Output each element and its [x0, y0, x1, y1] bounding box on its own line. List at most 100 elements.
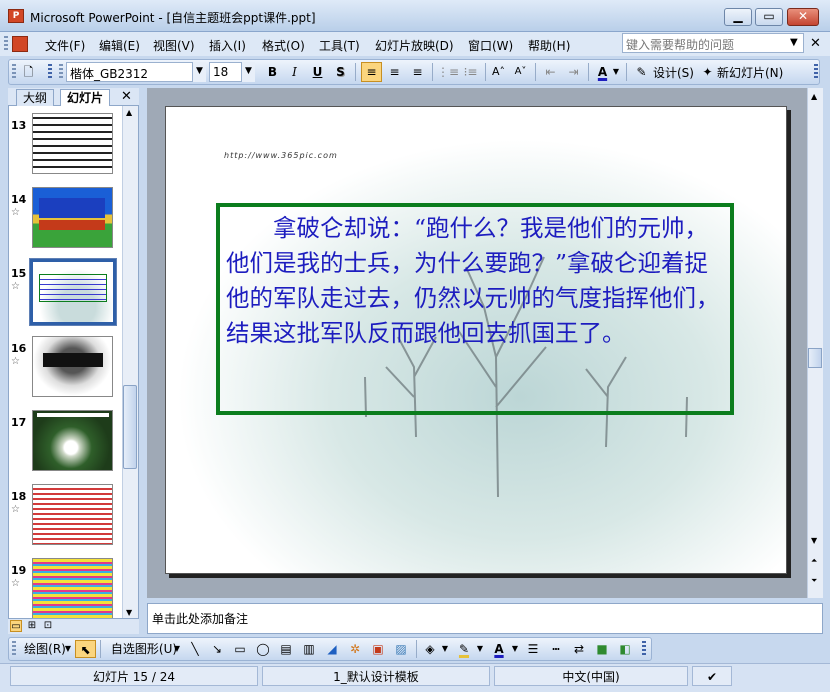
previous-slide-icon[interactable]: ⏶ [811, 556, 817, 566]
chevron-down-icon[interactable]: ▼ [172, 640, 182, 658]
design-icon[interactable]: ✎ [631, 62, 652, 82]
scroll-up-icon[interactable]: ▲ [126, 108, 132, 117]
scroll-down-icon[interactable]: ▼ [811, 536, 817, 545]
slide-thumbnail-13[interactable] [32, 113, 113, 174]
rectangle-tool-icon[interactable]: ▭ [231, 640, 249, 658]
toolbar-options-icon[interactable] [48, 64, 52, 80]
slide-thumbnail-15[interactable] [29, 258, 117, 326]
align-center-icon[interactable]: ≡ [384, 62, 405, 82]
help-search-input[interactable]: 键入需要帮助的问题 [622, 33, 804, 53]
tab-slides[interactable]: 幻灯片 [60, 89, 111, 106]
tab-outline[interactable]: 大纲 [16, 89, 55, 106]
line-tool-icon[interactable]: ╲ [186, 640, 204, 658]
slide-thumbnail-18[interactable] [32, 484, 113, 545]
decrease-indent-icon[interactable]: ⇤ [540, 62, 561, 82]
slide-thumbnail-16[interactable] [32, 336, 113, 397]
select-pointer-icon[interactable]: ⬉ [75, 640, 96, 658]
chevron-down-icon[interactable]: ▼ [790, 37, 798, 48]
notes-placeholder[interactable]: 单击此处添加备注 [152, 612, 248, 626]
menu-insert[interactable]: 插入(I) [209, 37, 246, 54]
clip-art-icon[interactable]: ▣ [369, 640, 387, 658]
font-shrink-button[interactable]: A˅ [510, 62, 531, 82]
chevron-down-icon[interactable]: ▼ [475, 640, 485, 658]
font-color-button[interactable]: A [490, 640, 508, 658]
diagram-icon[interactable]: ✲ [346, 640, 364, 658]
new-slide-button[interactable]: 新幻灯片(N) [717, 64, 783, 81]
scrollbar-thumb[interactable] [123, 385, 137, 469]
bold-button[interactable]: B [262, 62, 283, 82]
slide-thumbnail-19[interactable] [32, 558, 113, 619]
chevron-down-icon[interactable]: ▼ [440, 640, 450, 658]
maximize-button[interactable]: ▭ [755, 8, 783, 26]
document-close-icon[interactable]: ✕ [810, 36, 821, 51]
dash-style-icon[interactable]: ┅ [547, 640, 565, 658]
menu-slideshow[interactable]: 幻灯片放映(D) [375, 37, 454, 54]
slides-panel-scrollbar[interactable] [122, 106, 138, 634]
close-button[interactable]: ✕ [787, 8, 819, 26]
arrow-style-icon[interactable]: ⇄ [570, 640, 588, 658]
wordart-icon[interactable]: ◢ [323, 640, 341, 658]
new-document-icon[interactable]: 🗋 [18, 62, 39, 82]
notes-pane[interactable]: 单击此处添加备注 [147, 603, 823, 634]
menu-edit[interactable]: 编辑(E) [99, 37, 140, 54]
menu-help[interactable]: 帮助(H) [528, 37, 570, 54]
underline-button[interactable]: U [307, 62, 328, 82]
scroll-down-icon[interactable]: ▼ [126, 608, 132, 617]
current-slide[interactable]: http://www.365pic.com 拿破仑却说：“跑什么？我是他们的元帅… [165, 106, 787, 574]
design-button[interactable]: 设计(S) [653, 64, 694, 81]
close-icon[interactable]: ✕ [121, 89, 132, 104]
chevron-down-icon[interactable]: ▼ [510, 640, 520, 658]
toolbar-grip-icon[interactable] [59, 64, 63, 80]
new-slide-icon[interactable]: ✦ [697, 62, 718, 82]
slide-text-box[interactable]: 拿破仑却说：“跑什么？我是他们的元帅，他们是我的士兵，为什么要跑？”拿破仑迎着捉… [216, 203, 734, 415]
chevron-down-icon[interactable]: ▼ [611, 62, 621, 82]
numbered-list-icon[interactable]: ⋮≡ [437, 62, 459, 82]
align-left-icon[interactable]: ≡ [361, 62, 382, 82]
menu-window[interactable]: 窗口(W) [468, 37, 513, 54]
toolbar-grip-icon[interactable] [12, 641, 16, 657]
menu-view[interactable]: 视图(V) [153, 37, 195, 54]
chevron-down-icon[interactable]: ▼ [63, 640, 73, 658]
chevron-down-icon[interactable]: ▼ [192, 62, 206, 82]
shadow-button[interactable]: S [330, 62, 351, 82]
slide-sorter-view-icon[interactable]: ⊞ [26, 620, 38, 632]
slide-vertical-scrollbar[interactable] [807, 88, 823, 598]
slide-body-text[interactable]: 拿破仑却说：“跑什么？我是他们的元帅，他们是我的士兵，为什么要跑？”拿破仑迎着捉… [226, 211, 724, 351]
slideshow-view-icon[interactable]: ⊡ [42, 620, 54, 632]
shadow-style-icon[interactable]: ■ [593, 640, 611, 658]
scroll-up-icon[interactable]: ▲ [811, 92, 817, 101]
minimize-button[interactable]: ▁ [724, 8, 752, 26]
bulleted-list-icon[interactable]: ⁝≡ [460, 62, 481, 82]
menu-grip-icon[interactable] [4, 36, 8, 52]
vertical-text-box-icon[interactable]: ▥ [300, 640, 318, 658]
next-slide-icon[interactable]: ⏷ [811, 576, 817, 586]
increase-indent-icon[interactable]: ⇥ [563, 62, 584, 82]
font-color-button[interactable]: A [592, 62, 613, 82]
toolbar-options-icon[interactable] [814, 64, 818, 80]
document-icon[interactable] [12, 36, 28, 52]
font-grow-button[interactable]: A˄ [488, 62, 509, 82]
text-box-icon[interactable]: ▤ [277, 640, 295, 658]
slide-thumbnail-17[interactable] [32, 410, 113, 471]
chevron-down-icon[interactable]: ▼ [241, 62, 255, 82]
powerpoint-app-icon[interactable]: P [8, 9, 24, 23]
scrollbar-thumb[interactable] [808, 348, 822, 368]
menu-file[interactable]: 文件(F) [45, 37, 85, 54]
oval-tool-icon[interactable]: ◯ [254, 640, 272, 658]
3d-style-icon[interactable]: ◧ [616, 640, 634, 658]
line-color-icon[interactable]: ✎ [455, 640, 473, 658]
toolbar-grip-icon[interactable] [12, 64, 16, 80]
normal-view-icon[interactable]: ▭ [10, 620, 22, 632]
menu-format[interactable]: 格式(O) [262, 37, 305, 54]
insert-picture-icon[interactable]: ▨ [392, 640, 410, 658]
italic-button[interactable]: I [284, 62, 305, 82]
spelling-check-icon[interactable]: ✔ [692, 666, 732, 686]
line-style-icon[interactable]: ☰ [524, 640, 542, 658]
slide-thumbnail-14[interactable] [32, 187, 113, 248]
toolbar-options-icon[interactable] [642, 641, 646, 657]
align-right-icon[interactable]: ≡ [407, 62, 428, 82]
arrow-tool-icon[interactable]: ↘ [208, 640, 226, 658]
menu-tools[interactable]: 工具(T) [319, 37, 360, 54]
font-name-select[interactable]: 楷体_GB2312 [66, 62, 206, 82]
fill-color-icon[interactable]: ◈ [421, 640, 439, 658]
